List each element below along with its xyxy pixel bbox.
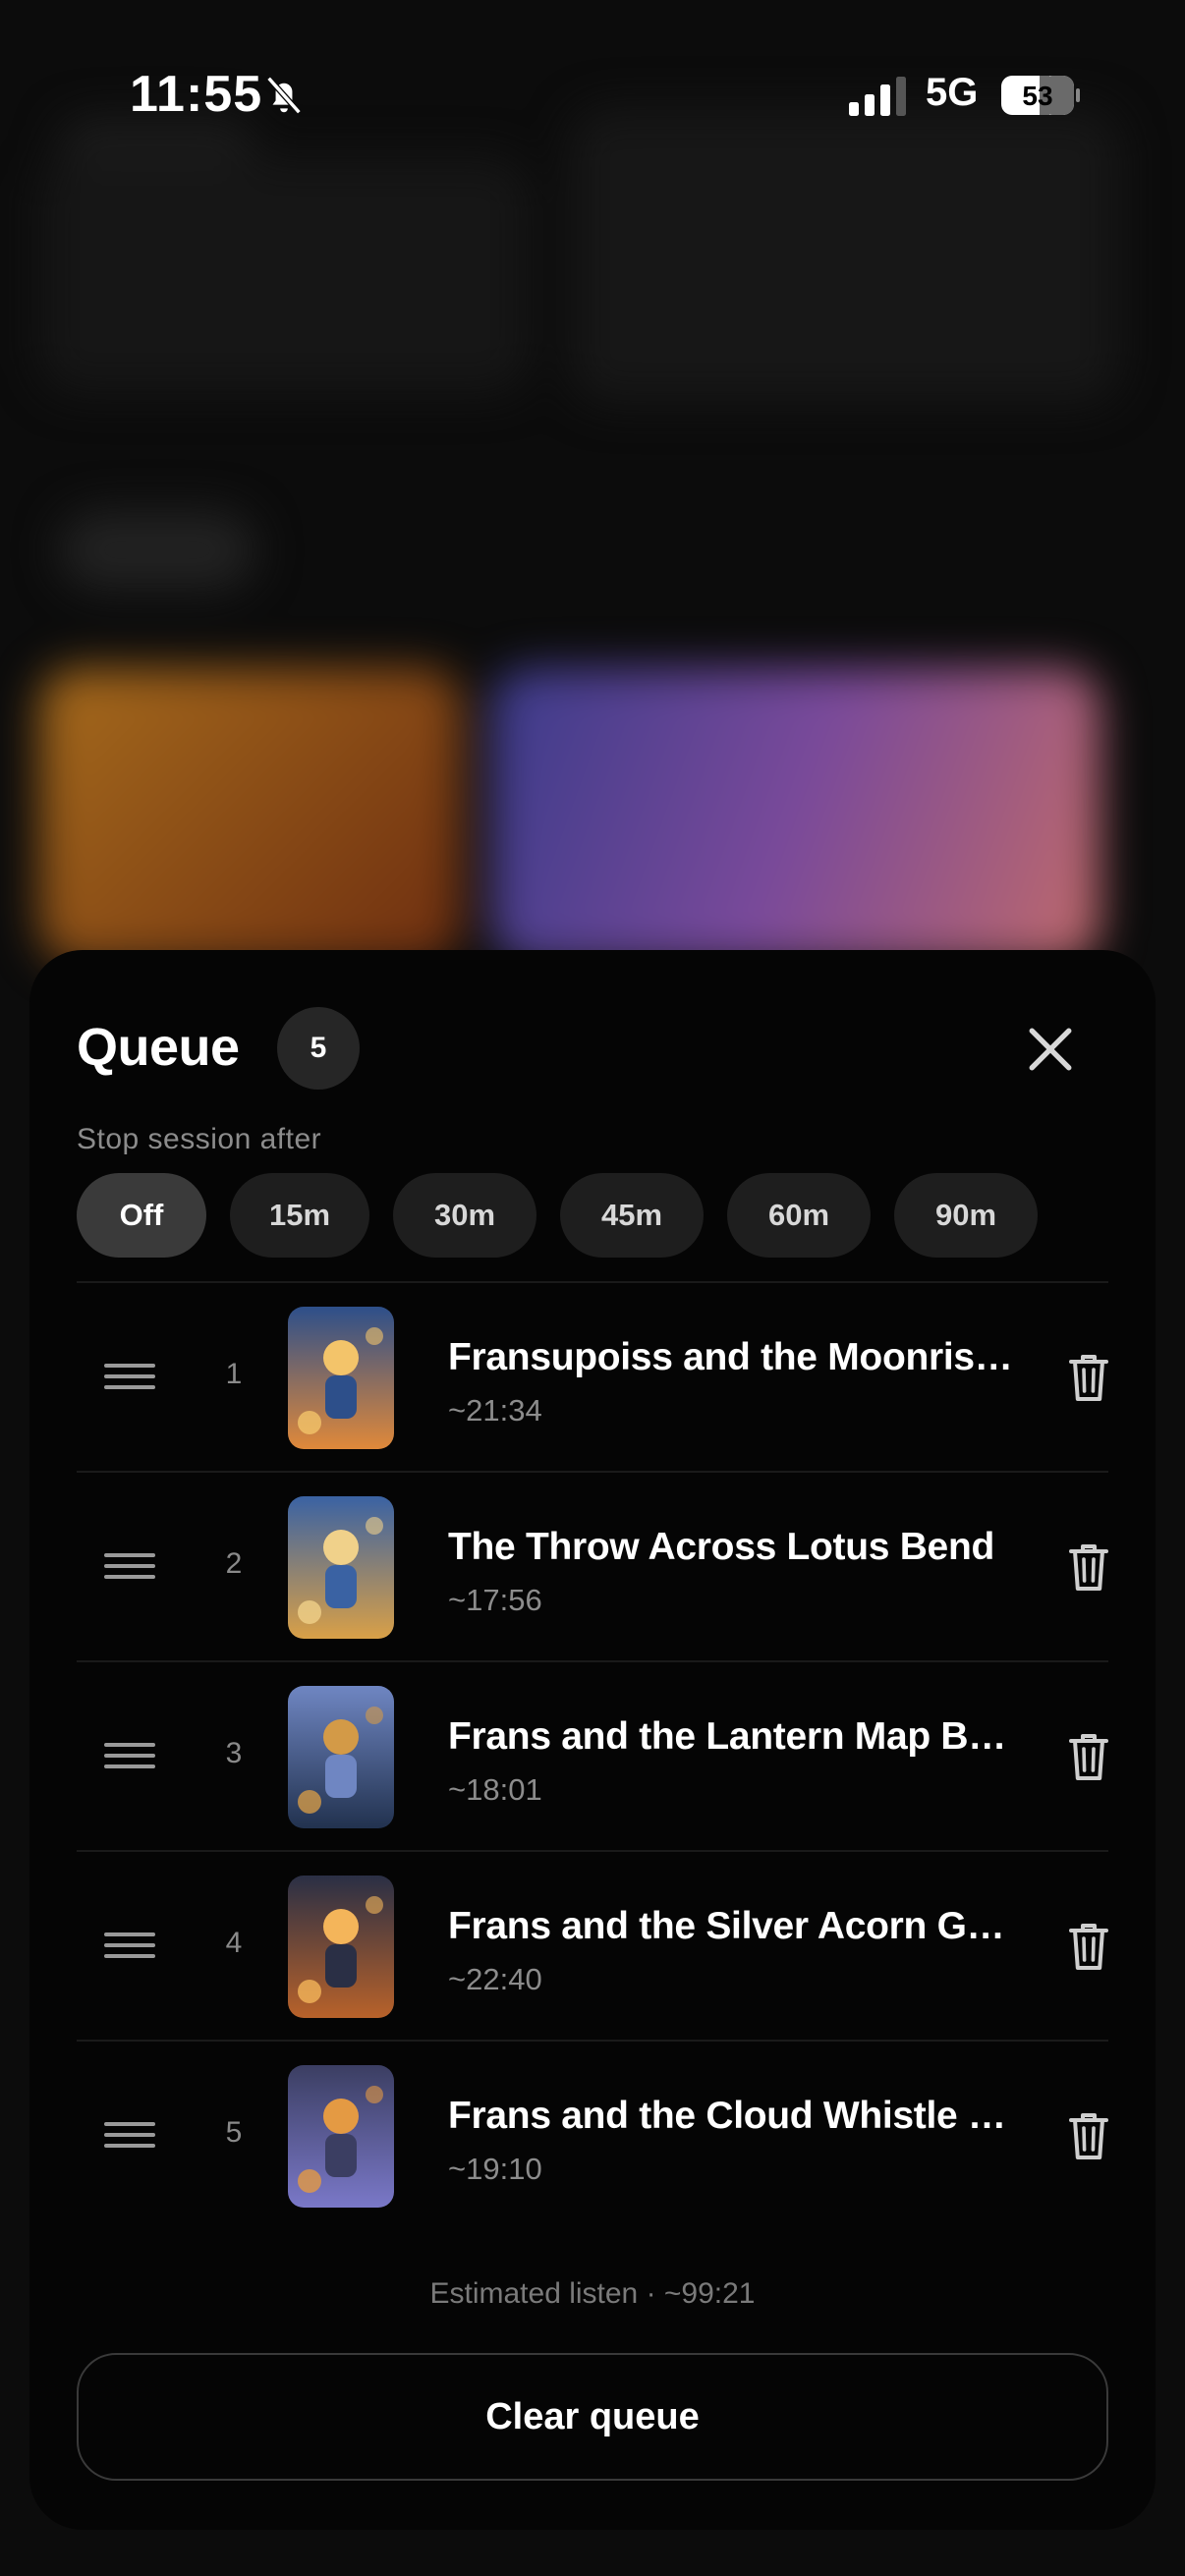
queue-row[interactable]: 1 Fransupoiss and the Moonrise Tower ~21… [77, 1281, 1108, 1471]
queue-index: 5 [225, 2116, 243, 2149]
queue-sheet: Queue 5 Stop session after Off 15m 30m 4… [29, 950, 1156, 2530]
queue-row[interactable]: 4 Frans and the Silver Acorn Gate ~22:40 [77, 1850, 1108, 2040]
drag-handle-icon[interactable] [104, 1743, 155, 1772]
queue-index: 1 [225, 1358, 243, 1390]
battery-icon: 53 [1001, 76, 1080, 115]
track-duration: ~17:56 [448, 1583, 542, 1617]
drag-handle-icon[interactable] [104, 2122, 155, 2152]
trash-icon[interactable] [1065, 2108, 1112, 2163]
cover-thumbnail [288, 1496, 394, 1639]
drag-handle-icon[interactable] [104, 1932, 155, 1962]
trash-icon[interactable] [1065, 1540, 1112, 1595]
track-title: Fransupoiss and the Moonrise Tower [448, 1336, 1018, 1378]
status-time: 11:55 [130, 66, 263, 123]
stop-session-label: Stop session after [77, 1123, 322, 1155]
status-bar: 11:55 5G 53 [0, 0, 1185, 187]
battery-level: 53 [1022, 81, 1052, 111]
stop-session-chips: Off 15m 30m 45m 60m 90m [77, 1173, 1038, 1258]
bell-slash-icon [266, 76, 302, 115]
signal-icon [849, 77, 906, 116]
track-title: Frans and the Lantern Map Beyond [448, 1715, 1018, 1758]
chip-90m[interactable]: 90m [894, 1173, 1038, 1258]
queue-index: 4 [225, 1927, 243, 1959]
queue-row[interactable]: 2 The Throw Across Lotus Bend ~17:56 [77, 1471, 1108, 1660]
chip-15m[interactable]: 15m [230, 1173, 369, 1258]
track-title: Frans and the Silver Acorn Gate [448, 1905, 1018, 1947]
drag-handle-icon[interactable] [104, 1364, 155, 1393]
queue-row[interactable]: 5 Frans and the Cloud Whistle Tower ~19:… [77, 2040, 1108, 2229]
queue-row[interactable]: 3 Frans and the Lantern Map Beyond ~18:0… [77, 1660, 1108, 1850]
track-duration: ~21:34 [448, 1393, 542, 1428]
queue-list: 1 Fransupoiss and the Moonrise Tower ~21… [77, 1281, 1108, 2229]
trash-icon[interactable] [1065, 1729, 1112, 1784]
trash-icon[interactable] [1065, 1350, 1112, 1405]
drag-handle-icon[interactable] [104, 1553, 155, 1583]
estimated-listen: Estimated listen · ~99:21 [429, 2277, 756, 2310]
track-duration: ~22:40 [448, 1962, 542, 1996]
queue-count-badge: 5 [277, 1007, 360, 1090]
track-title: Frans and the Cloud Whistle Tower [448, 2095, 1018, 2137]
track-duration: ~19:10 [448, 2152, 542, 2186]
chip-60m[interactable]: 60m [727, 1173, 871, 1258]
cover-thumbnail [288, 2065, 394, 2208]
clear-queue-button[interactable]: Clear queue [77, 2353, 1108, 2481]
queue-index: 2 [225, 1547, 243, 1580]
cover-thumbnail [288, 1876, 394, 2018]
chip-45m[interactable]: 45m [560, 1173, 704, 1258]
close-icon[interactable] [1026, 1025, 1075, 1074]
cover-thumbnail [288, 1686, 394, 1828]
cover-thumbnail [288, 1307, 394, 1449]
chip-30m[interactable]: 30m [393, 1173, 536, 1258]
screen: 11:55 5G 53 Queue 5 Stop session after O… [0, 0, 1185, 2576]
network-label: 5G [926, 71, 979, 114]
track-duration: ~18:01 [448, 1772, 542, 1807]
trash-icon[interactable] [1065, 1919, 1112, 1974]
queue-title: Queue [77, 1018, 240, 1077]
chip-off[interactable]: Off [77, 1173, 206, 1258]
queue-index: 3 [225, 1737, 243, 1769]
track-title: The Throw Across Lotus Bend [448, 1526, 994, 1568]
